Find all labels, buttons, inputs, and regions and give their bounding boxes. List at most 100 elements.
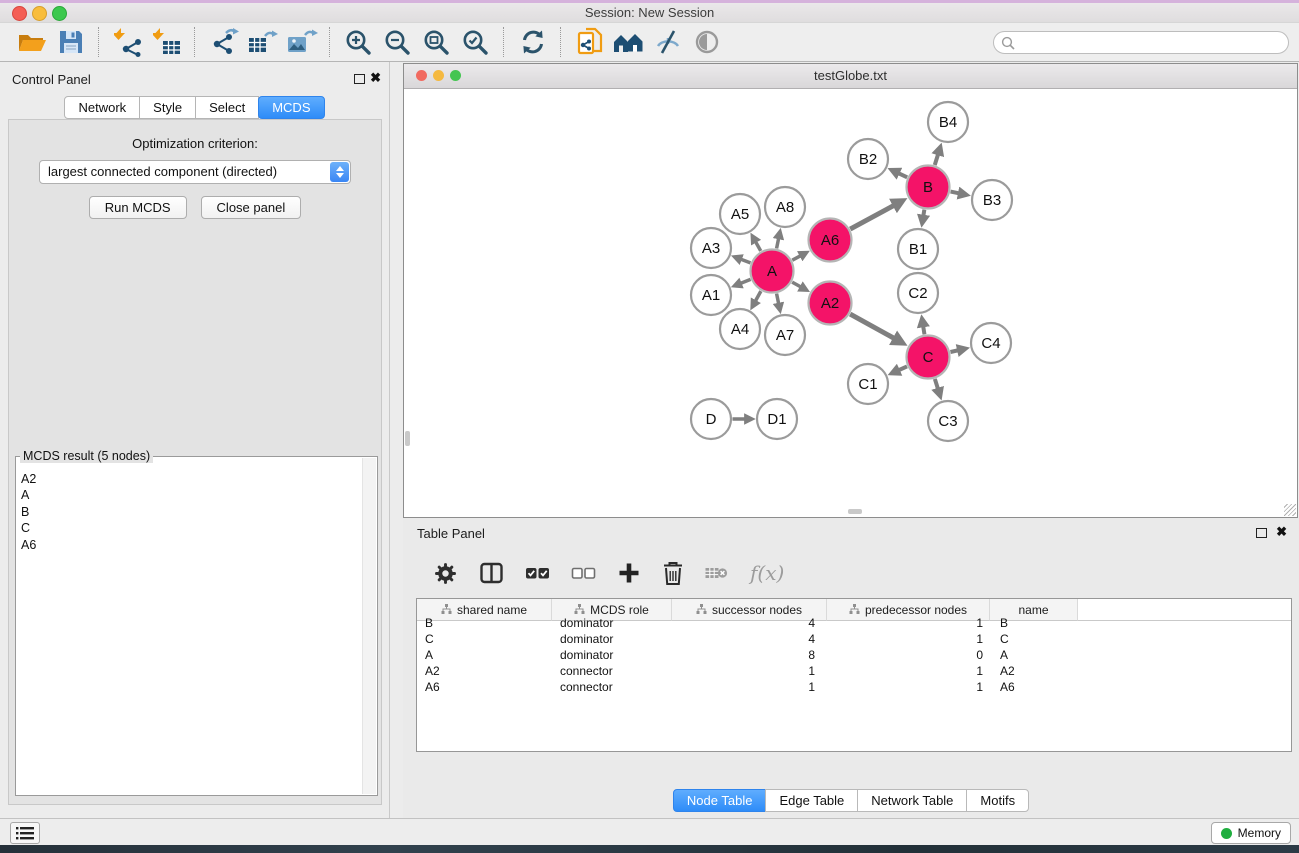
graph-edge-C-C1[interactable] [892,366,907,373]
attribute-gear-button[interactable] [433,561,458,586]
first-neighbors-button[interactable] [612,25,645,59]
table-cell[interactable]: 1 [827,631,990,647]
table-cell[interactable]: 4 [672,631,827,647]
graph-edge-A-A5[interactable] [753,237,761,251]
graph-edge-C-C4[interactable] [950,349,964,352]
refresh-layout-button[interactable] [516,25,549,59]
node-table[interactable]: shared nameMCDS rolesuccessor nodesprede… [416,598,1292,752]
close-panel-button[interactable]: Close panel [201,196,302,219]
run-mcds-button[interactable]: Run MCDS [89,196,187,219]
float-panel-icon[interactable] [1256,528,1267,538]
graph-edge-A-A6[interactable] [792,253,806,260]
table-cell[interactable]: A6 [417,679,552,695]
result-item[interactable]: A [17,487,362,503]
graph-node-label: C4 [981,335,1000,352]
graph-edge-A2-C[interactable] [850,314,902,342]
table-cell[interactable]: A2 [990,663,1078,679]
graph-edge-B-B1[interactable] [922,210,924,223]
hide-panels-button[interactable] [651,25,684,59]
zoom-selected-button[interactable] [459,25,492,59]
export-network-button[interactable] [207,25,240,59]
export-table-icon [247,28,278,56]
split-panel-button[interactable] [479,561,504,585]
zoom-out-button[interactable] [381,25,414,59]
graph-edge-B-B4[interactable] [935,148,940,165]
tab-motifs[interactable]: Motifs [966,789,1029,812]
table-cell[interactable]: B [417,615,552,631]
deselect-all-button[interactable] [571,561,596,585]
float-panel-icon[interactable] [354,74,365,84]
tab-node-table[interactable]: Node Table [673,789,767,812]
graph-edge-C-C3[interactable] [935,379,940,395]
vertical-scrollbar-thumb[interactable] [405,431,410,446]
graph-edge-A6-B[interactable] [850,201,901,229]
result-item[interactable]: A6 [17,537,362,553]
graph-edge-A-A4[interactable] [753,291,761,306]
graph-edge-C-C2[interactable] [922,319,924,334]
delete-table-button[interactable] [705,564,729,582]
table-cell[interactable]: 1 [827,679,990,695]
save-session-button[interactable] [54,25,87,59]
tab-select[interactable]: Select [195,96,259,119]
tab-network[interactable]: Network [64,96,140,119]
horizontal-scrollbar-thumb[interactable] [848,509,862,514]
result-item[interactable]: C [17,520,362,536]
table-cell[interactable]: 0 [827,647,990,663]
table-cell[interactable]: connector [552,663,672,679]
tab-edge-table[interactable]: Edge Table [765,789,858,812]
zoom-in-icon [345,29,372,56]
table-cell[interactable]: A6 [990,679,1078,695]
table-cell[interactable]: 8 [672,647,827,663]
graph-edge-A-A3[interactable] [735,257,750,263]
network-canvas[interactable]: B4B2BB3A5A8A6A3B1AC2A1A2A4A7C4CC1DD1C3 [405,89,1296,510]
open-session-button[interactable] [15,25,48,59]
import-table-button[interactable] [150,25,183,59]
table-cell[interactable]: dominator [552,647,672,663]
close-panel-icon[interactable]: ✖ [1276,524,1287,540]
function-builder-button[interactable]: f(x) [750,561,784,585]
zoom-in-button[interactable] [342,25,375,59]
import-network-button[interactable] [111,25,144,59]
delete-column-button[interactable] [662,560,684,586]
table-cell[interactable]: B [990,615,1078,631]
graph-edge-A-A8[interactable] [777,232,780,248]
tab-mcds[interactable]: MCDS [258,96,324,119]
result-item[interactable]: B [17,504,362,520]
table-cell[interactable]: 1 [672,663,827,679]
graph-edge-A-A1[interactable] [735,279,750,285]
graph-edge-A-A7[interactable] [777,294,780,310]
close-panel-icon[interactable]: ✖ [370,70,381,86]
table-cell[interactable]: 1 [827,663,990,679]
export-image-button[interactable] [285,25,318,59]
export-table-button[interactable] [246,25,279,59]
network-window-titlebar[interactable]: testGlobe.txt [404,64,1297,89]
select-all-button[interactable] [525,561,550,585]
table-cell[interactable]: dominator [552,615,672,631]
table-cell[interactable]: 4 [672,615,827,631]
result-scrollbar[interactable] [362,458,376,794]
table-cell[interactable]: A [417,647,552,663]
search-input[interactable] [1020,33,1288,53]
zoom-fit-button[interactable] [420,25,453,59]
tab-network-table[interactable]: Network Table [857,789,967,812]
resize-grip[interactable] [1284,504,1296,516]
graph-edge-B-B2[interactable] [892,170,907,177]
table-cell[interactable]: C [417,631,552,647]
memory-button[interactable]: Memory [1211,822,1291,844]
duplicate-network-button[interactable] [573,25,606,59]
task-history-button[interactable] [10,822,40,844]
table-cell[interactable]: dominator [552,631,672,647]
table-cell[interactable]: C [990,631,1078,647]
table-cell[interactable]: connector [552,679,672,695]
table-cell[interactable]: A2 [417,663,552,679]
graph-edge-B-B3[interactable] [951,192,966,195]
table-cell[interactable]: 1 [827,615,990,631]
add-column-button[interactable] [617,561,641,585]
table-cell[interactable]: A [990,647,1078,663]
criterion-dropdown[interactable]: largest connected component (directed) [39,160,351,184]
tab-style[interactable]: Style [139,96,196,119]
result-item[interactable]: A2 [17,471,362,487]
show-panels-button[interactable] [690,25,723,59]
graph-edge-A-A2[interactable] [792,282,806,290]
table-cell[interactable]: 1 [672,679,827,695]
